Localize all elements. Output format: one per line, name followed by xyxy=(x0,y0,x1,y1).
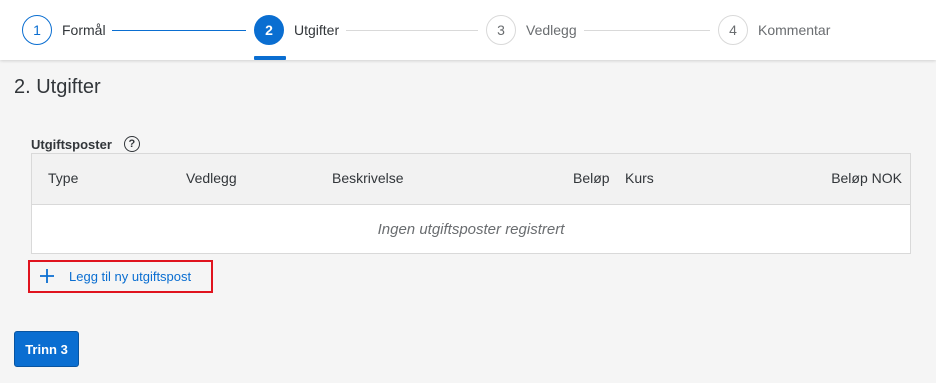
plus-icon xyxy=(39,266,55,288)
wizard-header: 1 Formål 2 Utgifter 3 Vedlegg 4 Kommenta… xyxy=(0,0,936,60)
wizard-step-utgifter[interactable]: 2 Utgifter xyxy=(254,14,339,46)
step-label: Formål xyxy=(62,22,106,38)
wizard-step-kommentar[interactable]: 4 Kommentar xyxy=(718,14,830,46)
column-header-beskrivelse[interactable]: Beskrivelse xyxy=(332,170,404,186)
step-connector xyxy=(112,30,246,31)
column-header-type[interactable]: Type xyxy=(48,170,78,186)
step-number: 1 xyxy=(22,15,52,45)
next-step-button[interactable]: Trinn 3 xyxy=(14,331,79,367)
step-label: Utgifter xyxy=(294,22,340,38)
step-number: 4 xyxy=(718,15,748,45)
page-title: 2. Utgifter xyxy=(14,76,101,98)
wizard-step-vedlegg[interactable]: 3 Vedlegg xyxy=(486,14,577,46)
step-number: 3 xyxy=(486,15,516,45)
column-header-kurs[interactable]: Kurs xyxy=(625,170,654,186)
column-header-belop-nok[interactable]: Beløp NOK xyxy=(831,170,902,186)
wizard-step-formal[interactable]: 1 Formål xyxy=(22,14,106,46)
step-label: Kommentar xyxy=(758,22,831,38)
table-header: Type Vedlegg Beskrivelse Beløp Kurs Belø… xyxy=(32,154,910,205)
add-expense-button[interactable]: Legg til ny utgiftspost xyxy=(28,260,213,293)
step-connector xyxy=(584,30,710,31)
step-number: 2 xyxy=(254,15,284,45)
column-header-belop[interactable]: Beløp xyxy=(573,170,610,186)
step-connector xyxy=(346,30,478,31)
step-label: Vedlegg xyxy=(526,22,577,38)
expenses-label: Utgiftsposter xyxy=(31,136,112,152)
help-icon[interactable]: ? xyxy=(123,136,140,152)
active-step-indicator xyxy=(254,56,286,60)
expenses-table: Type Vedlegg Beskrivelse Beløp Kurs Belø… xyxy=(31,153,911,254)
add-expense-label: Legg til ny utgiftspost xyxy=(69,269,192,284)
empty-table-message: Ingen utgiftsposter registrert xyxy=(377,220,565,238)
expenses-section-label: Utgiftsposter ? xyxy=(31,136,140,152)
column-header-vedlegg[interactable]: Vedlegg xyxy=(186,170,237,186)
